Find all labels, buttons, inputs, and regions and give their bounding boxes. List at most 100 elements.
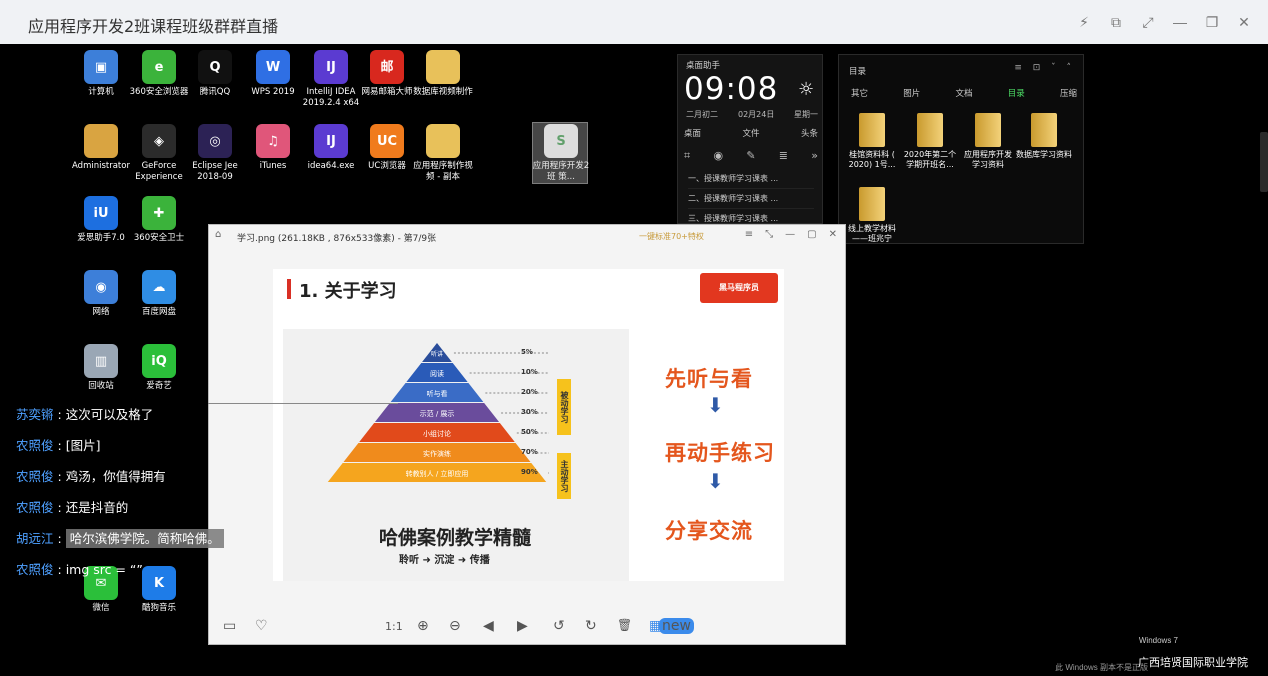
desktop-icon[interactable]: IJ idea64.exe [300,124,362,172]
menu-icon[interactable]: ≡ [745,229,753,240]
desktop-icon[interactable]: iU 爱思助手7.0 [70,196,132,244]
restore-button[interactable]: ❐ [1202,10,1222,34]
desktop-icon-label: Administrator [72,161,130,171]
intellij-icon: IJ [314,50,348,84]
desktop-icon[interactable]: ◉ 网络 [70,270,132,318]
chevron-right-icon[interactable]: » [811,149,818,163]
chat-sender[interactable]: 苏奕锵 [16,407,54,422]
desktop-icon[interactable]: ◈ GeForce Experience [128,124,190,183]
folder-panel-controls[interactable]: ≡ ⊡ ˇ ˄ [1014,63,1075,73]
tab-desktop[interactable]: 桌面 [684,127,701,139]
desktop-icon-label: 计算机 [88,87,114,97]
flow-step: 沉淀 [434,555,455,566]
panel-folder[interactable]: 应用程序开发 学习资料 [959,113,1017,170]
doc-item[interactable]: 二、授课教师学习课表 ... [688,189,814,209]
tab-directory[interactable]: 目录 [1008,87,1025,99]
tab-other[interactable]: 其它 [851,87,868,99]
minimize-button[interactable]: — [1170,10,1190,34]
next-image-icon[interactable]: ▶ [517,618,528,634]
tab-archives[interactable]: 压缩 [1060,87,1077,99]
favorite-heart-icon[interactable]: ♡ [255,618,268,634]
chat-sender[interactable]: 农照俊 [16,469,54,484]
desk-helper-widget: 桌面助手 09:08 ☼ 二月初二 02月24日 星期一 桌面 文件 头条 ⌗ … [677,54,823,229]
desktop-icon[interactable]: 邮网易邮箱大师 [356,50,418,98]
window-controls: ⚡ ⧉ ⤢ — ❐ ✕ [1074,10,1254,34]
i4-icon: iU [84,196,118,230]
expand-icon[interactable]: ⤢ [1138,10,1158,34]
close-button[interactable]: ✕ [1234,10,1254,34]
desktop-icon-label: Eclipse Jee 2018-09 [192,161,238,182]
chat-separator: : [53,500,66,515]
viewer-promo[interactable]: 一键标准70+特权 [639,231,704,242]
desktop-icon[interactable]: ♫ iTunes [242,124,304,172]
desktop-icon[interactable]: W WPS 2019 [242,50,304,98]
open-folder-icon[interactable]: ▭ [223,618,236,634]
desktop-icon[interactable]: IJ IntelliJ IDEA 2019.2.4 x64 [300,50,362,109]
rotate-right-icon[interactable]: ↻ [585,618,597,634]
pyramid-percentage: 10% [521,368,538,376]
desktop-icon[interactable]: Administrator [70,124,132,172]
desktop-icon-label: WPS 2019 [251,87,295,97]
tab-files[interactable]: 文件 [742,127,759,139]
desktop-icon[interactable]: e 360安全浏览器 [128,50,190,98]
eye-icon[interactable]: ◉ [713,149,723,163]
zoom-in-icon[interactable]: ⊕ [417,618,429,634]
sun-icon: ☼ [798,79,815,100]
desktop-icon[interactable]: ☁ 百度网盘 [128,270,190,318]
chat-sender[interactable]: 农照俊 [16,562,54,577]
pyramid-level-label: 小组讨论 [423,429,451,438]
viewer-minimize-button[interactable]: — [785,229,795,240]
baidu-pan-icon: ☁ [142,270,176,304]
desktop-icon[interactable]: UC UC浏览器 [356,124,418,172]
viewer-close-button[interactable]: ✕ [829,229,837,240]
zoom-out-icon[interactable]: ⊖ [449,618,461,634]
brand-logo: 黑马程序员 [700,273,778,303]
netease-mail-icon: 邮 [370,50,404,84]
rotate-left-icon[interactable]: ↺ [553,618,565,634]
desktop-icon[interactable]: 数据库视频制作 [412,50,474,98]
desktop-icon[interactable]: Q 腾讯QQ [184,50,246,98]
laser-pointer-line [208,403,398,404]
folder-panel: 目录 ≡ ⊡ ˇ ˄ 其它 图片 文档 目录 压缩 桂馆资料科 ( 2020) … [838,54,1084,244]
desktop-icon[interactable]: iQ 爱奇艺 [128,344,190,392]
panel-folder[interactable]: 桂馆资料科 ( 2020) 1号... [843,113,901,170]
delete-icon[interactable]: 🗑 [617,618,632,632]
crop-icon[interactable]: ⌗ [684,149,690,163]
desktop-icon-label: iTunes [259,161,287,171]
desktop-icon[interactable]: ✚ 360安全卫士 [128,196,190,244]
chat-message: 农照俊 : img src = “” [16,559,143,578]
learning-flow: 聆听 ➜ 沉淀 ➜ 传播 [399,551,490,566]
folder-panel-tabs: 其它 图片 文档 目录 压缩 [851,87,1077,99]
viewer-maximize-button[interactable]: ▢ [807,229,816,240]
chat-sender[interactable]: 农照俊 [16,438,54,453]
chat-sender[interactable]: 农照俊 [16,500,54,515]
panel-folder[interactable]: 线上教学材料——班兆宁 [843,187,901,244]
screen-share-icon[interactable]: ⧉ [1106,10,1126,34]
wps-icon: W [256,50,290,84]
panel-folder[interactable]: 2020年第二个学期开班名... [901,113,959,170]
tab-headlines[interactable]: 头条 [801,127,818,139]
flash-icon[interactable]: ⚡ [1074,10,1094,34]
desktop-icon-label: 酷狗音乐 [141,603,176,613]
previous-image-icon[interactable]: ◀ [483,618,494,634]
360-browser-icon: e [142,50,176,84]
desktop-icon[interactable]: 应用程序制作视频 - 副本 [412,124,474,183]
edit-icon[interactable]: ✎ [746,149,755,163]
chat-message: 农照俊 : [图片] [16,435,100,454]
tab-images[interactable]: 图片 [903,87,920,99]
desktop-icon-label: 网易邮箱大师 [361,87,413,97]
panel-folder[interactable]: 数据库学习资料 [1015,113,1073,160]
passive-learning-label: 被动学习 [557,379,571,435]
doc-item[interactable]: 一、授课教师学习课表 ... [688,169,814,189]
list-icon[interactable]: ≣ [779,149,788,163]
desktop-icon[interactable]: ◎ Eclipse Jee 2018-09 [184,124,246,183]
desktop-icon[interactable]: ▣ 计算机 [70,50,132,98]
tab-documents[interactable]: 文档 [955,87,972,99]
desktop-icon-label: 网络 [92,307,110,317]
right-edge-handle[interactable] [1260,132,1268,192]
fit-icon[interactable]: ⤡ [765,229,773,240]
actual-size-button[interactable]: 1:1 [385,620,403,633]
desktop-icon[interactable]: ▥ 回收站 [70,344,132,392]
chat-sender[interactable]: 胡远江 [16,531,54,546]
recycle-bin-icon: ▥ [84,344,118,378]
